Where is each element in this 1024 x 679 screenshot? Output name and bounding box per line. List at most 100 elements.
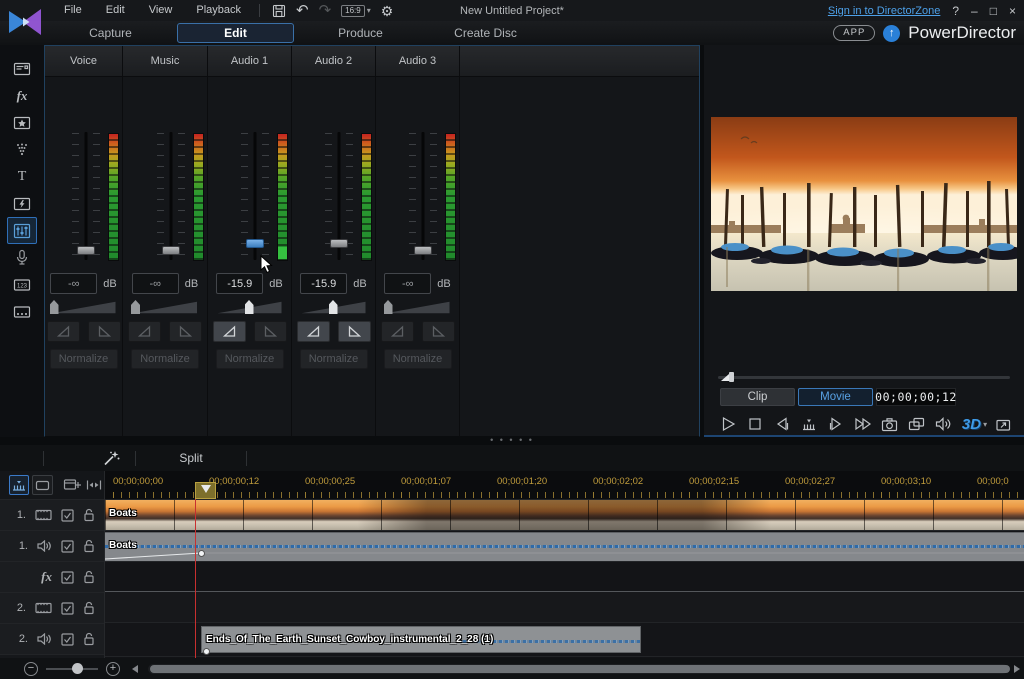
sidebar-item-voiceover-room[interactable] xyxy=(7,244,37,271)
range-select-button[interactable] xyxy=(85,475,104,495)
music-gain-slider[interactable] xyxy=(133,300,197,315)
settings-gear-icon[interactable]: ⚙ xyxy=(381,2,394,20)
aspect-ratio-dropdown[interactable]: 16:9 ▾ xyxy=(341,2,371,20)
voice-fade-in-button[interactable] xyxy=(47,321,80,342)
seek-track[interactable] xyxy=(718,376,1010,379)
volume-button[interactable] xyxy=(933,413,954,435)
voice-db-value[interactable]: -∞ xyxy=(50,273,97,294)
track-enable-checkbox[interactable] xyxy=(61,602,74,615)
audio3-fade-in-button[interactable] xyxy=(381,321,414,342)
voice-normalize-button[interactable]: Normalize xyxy=(50,349,118,369)
audio1-fade-out-button[interactable] xyxy=(254,321,287,342)
track-lock-icon[interactable] xyxy=(83,601,95,615)
menu-edit[interactable]: Edit xyxy=(94,0,137,21)
track-enable-checkbox[interactable] xyxy=(61,540,74,553)
menu-playback[interactable]: Playback xyxy=(184,0,253,21)
close-button[interactable]: × xyxy=(1009,5,1016,17)
music-volume-slider[interactable] xyxy=(156,130,186,262)
preview-seek-bar[interactable] xyxy=(718,371,1010,383)
voice-gain-handle[interactable] xyxy=(50,300,59,314)
audio3-db-value[interactable]: -∞ xyxy=(384,273,431,294)
save-icon[interactable] xyxy=(272,2,286,20)
magic-tools-button[interactable] xyxy=(87,449,135,467)
step-seek-button[interactable] xyxy=(799,413,820,435)
track-lock-icon[interactable] xyxy=(83,632,95,646)
audio3-volume-slider[interactable] xyxy=(408,130,438,262)
audio2-normalize-button[interactable]: Normalize xyxy=(300,349,368,369)
sidebar-item-subtitle-room[interactable] xyxy=(7,298,37,325)
tab-produce[interactable]: Produce xyxy=(298,21,423,45)
sidebar-item-title-room[interactable]: T xyxy=(7,163,37,190)
zoom-out-button[interactable]: − xyxy=(24,662,38,676)
scrollbar-thumb[interactable] xyxy=(150,665,1010,673)
audio1-volume-slider[interactable] xyxy=(240,130,270,262)
envelope-keyframe-dot[interactable] xyxy=(198,550,205,557)
maximize-button[interactable]: □ xyxy=(990,5,997,17)
resize-preview-button[interactable] xyxy=(993,413,1014,435)
music-volume-handle[interactable] xyxy=(162,246,180,255)
audio1-normalize-button[interactable]: Normalize xyxy=(216,349,284,369)
sidebar-item-pip-objects-room[interactable] xyxy=(7,109,37,136)
timeline-view-button[interactable] xyxy=(9,475,29,495)
play-button[interactable] xyxy=(718,413,739,435)
scroll-right-arrow[interactable] xyxy=(1014,665,1020,673)
zoom-in-button[interactable]: + xyxy=(106,662,120,676)
video-clip-boats[interactable] xyxy=(105,500,1024,530)
track-header-audio1[interactable]: 1. xyxy=(0,531,104,562)
audio2-volume-handle[interactable] xyxy=(330,239,348,248)
split-button[interactable]: Split xyxy=(136,451,246,465)
track-header-video1[interactable]: 1. xyxy=(0,500,104,531)
tab-edit[interactable]: Edit xyxy=(173,21,298,45)
audio2-gain-slider[interactable] xyxy=(302,300,366,315)
movie-mode-button[interactable]: Movie xyxy=(798,388,873,406)
audio1-volume-handle[interactable] xyxy=(246,239,264,248)
undo-icon[interactable]: ↶ xyxy=(296,2,309,20)
music-fade-in-button[interactable] xyxy=(128,321,161,342)
track-header-fx[interactable]: fx xyxy=(0,562,104,593)
audio3-fade-out-button[interactable] xyxy=(422,321,455,342)
tab-capture[interactable]: Capture xyxy=(48,21,173,45)
fx-track[interactable] xyxy=(105,562,1024,592)
audio-clip-boats[interactable] xyxy=(105,532,1024,562)
tab-create-disc[interactable]: Create Disc xyxy=(423,21,548,45)
timeline-zoom-slider[interactable] xyxy=(46,668,98,670)
timeline-scrollbar[interactable] xyxy=(148,664,1008,674)
snapshot-button[interactable] xyxy=(879,413,900,435)
sidebar-item-particle-room[interactable] xyxy=(7,136,37,163)
timeline-ruler[interactable]: 00;00;00;00 00;00;00;12 00;00;00;25 00;0… xyxy=(105,471,1024,500)
video-track-2[interactable] xyxy=(105,592,1024,623)
voice-gain-slider[interactable] xyxy=(52,300,116,315)
track-header-audio2[interactable]: 2. xyxy=(0,624,104,655)
audio3-gain-handle[interactable] xyxy=(384,300,393,314)
audio1-gain-slider[interactable] xyxy=(218,300,282,315)
sidebar-item-transition-room[interactable] xyxy=(7,190,37,217)
menu-view[interactable]: View xyxy=(137,0,185,21)
upgrade-arrow-icon[interactable]: ↑ xyxy=(883,25,900,42)
sidebar-item-audio-mixing-room[interactable] xyxy=(7,217,37,244)
audio2-volume-slider[interactable] xyxy=(324,130,354,262)
envelope-keyframe-dot[interactable] xyxy=(203,648,210,655)
sidebar-item-media-room[interactable] xyxy=(7,55,37,82)
music-db-value[interactable]: -∞ xyxy=(132,273,179,294)
minimize-button[interactable]: – xyxy=(971,5,978,17)
music-clip[interactable]: Ends_Of_The_Earth_Sunset_Cowboy_instrume… xyxy=(201,626,641,653)
seek-thumb[interactable] xyxy=(720,371,736,383)
track-enable-checkbox[interactable] xyxy=(61,509,74,522)
sidebar-item-effect-room[interactable]: fx xyxy=(7,82,37,109)
audio1-db-value[interactable]: -15.9 xyxy=(216,273,263,294)
track-lock-icon[interactable] xyxy=(83,570,95,584)
panel-resize-handle[interactable]: • • • • • xyxy=(0,437,1024,445)
track-enable-checkbox[interactable] xyxy=(61,633,74,646)
audio1-fade-in-button[interactable] xyxy=(213,321,246,342)
scroll-left-arrow[interactable] xyxy=(132,665,138,673)
track-header-video2[interactable]: 2. xyxy=(0,593,104,624)
audio3-gain-slider[interactable] xyxy=(386,300,450,315)
track-lock-icon[interactable] xyxy=(83,508,95,522)
fast-forward-button[interactable] xyxy=(852,413,873,435)
track-enable-checkbox[interactable] xyxy=(61,571,74,584)
help-button[interactable]: ? xyxy=(952,5,959,17)
voice-fade-out-button[interactable] xyxy=(88,321,121,342)
audio1-gain-handle[interactable] xyxy=(245,300,254,314)
stop-button[interactable] xyxy=(745,413,766,435)
3d-mode-button[interactable]: 3D ▾ xyxy=(962,416,987,433)
